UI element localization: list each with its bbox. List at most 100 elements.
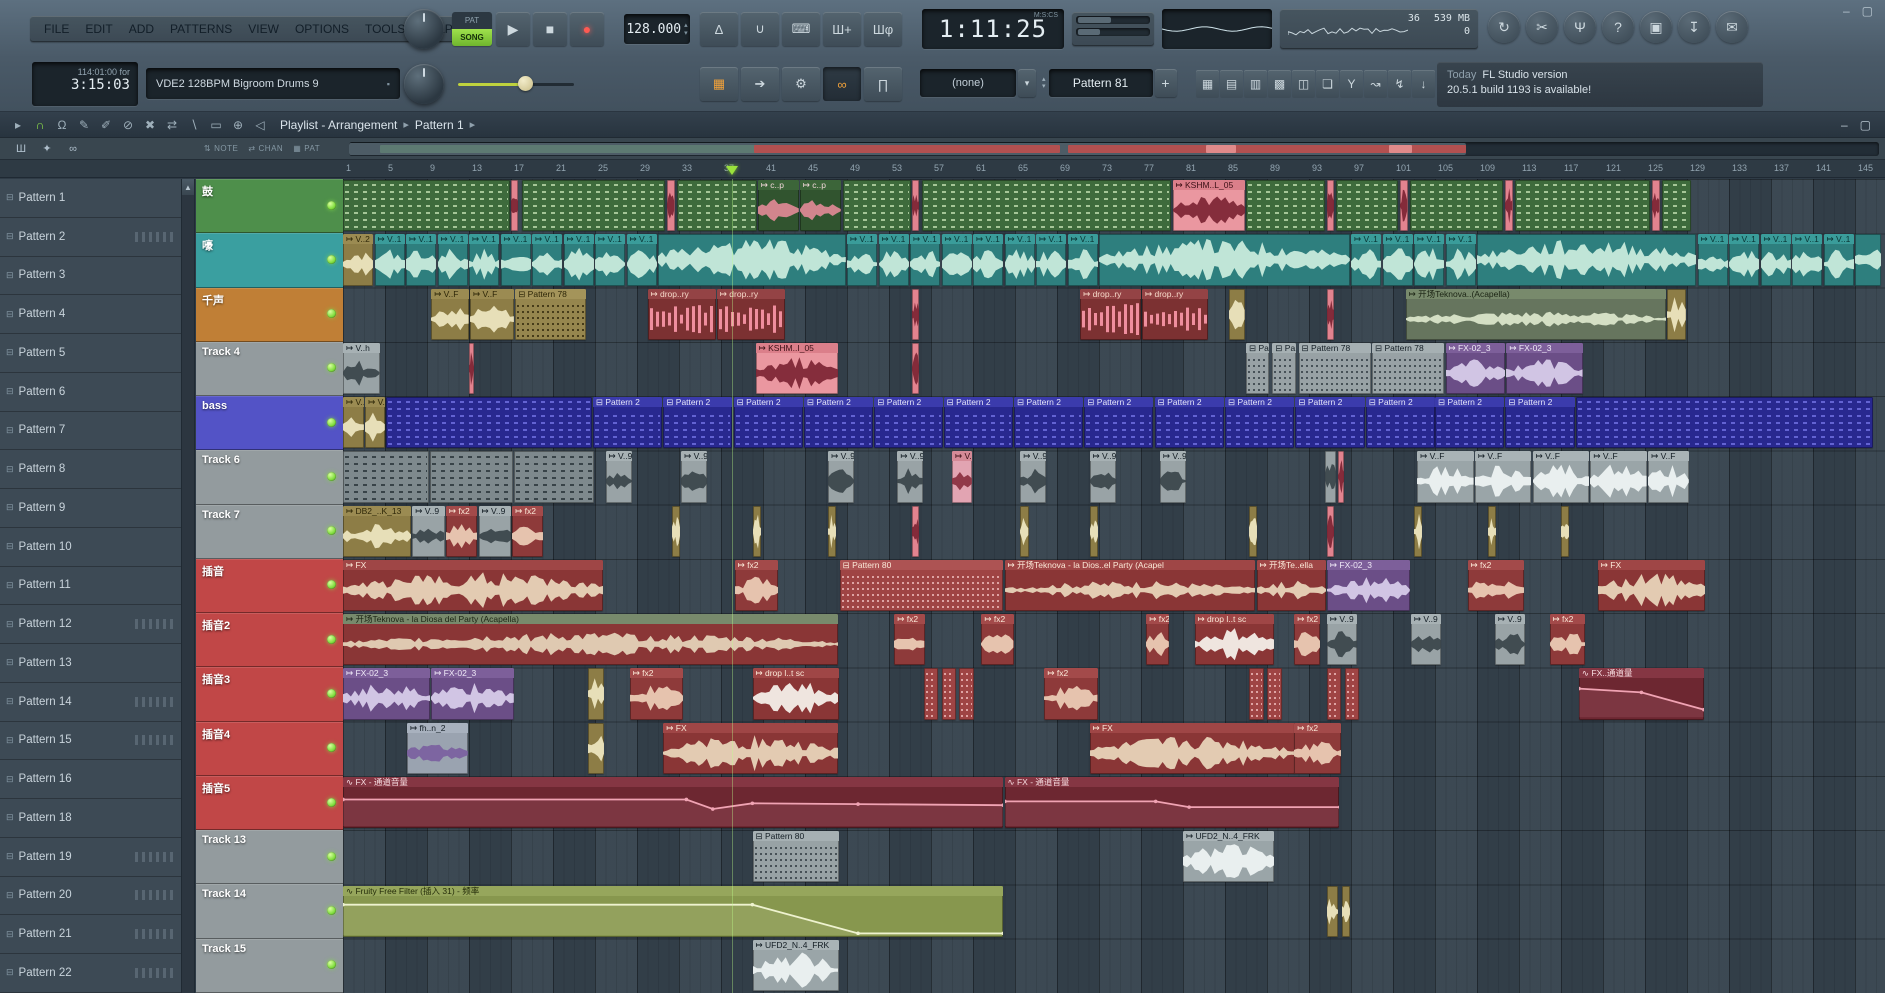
clip-v-1[interactable]: ↦ V..1 [1824, 234, 1854, 285]
channel-rack-window-icon[interactable]: ▥ [1244, 70, 1267, 98]
track-mute-led[interactable] [327, 418, 336, 427]
clip-ufd2_n-4_frk[interactable]: ↦ UFD2_N..4_FRK [753, 940, 839, 991]
clip-fx-02_3[interactable]: ↦ FX-02_3 [431, 668, 514, 719]
link-icon[interactable]: ∞ [823, 67, 861, 101]
playlist-titlebar[interactable]: ▸∩Ω✎✐⊘✖⇄∖▭⊕◁ Playlist - Arrangement ▸ Pa… [0, 112, 1885, 138]
select-icon[interactable]: ▭ [206, 115, 226, 135]
clip-pattern[interactable] [1345, 668, 1360, 719]
track-header-8[interactable]: 插音 [196, 559, 343, 613]
clip-pattern[interactable] [522, 180, 666, 231]
clip-pattern[interactable] [1410, 180, 1503, 231]
clip-fx-02_3[interactable]: ↦ FX-02_3 [1327, 560, 1410, 611]
clip-audio[interactable] [1249, 506, 1257, 557]
clip-v-2[interactable]: ↦ V..2 [343, 234, 373, 285]
track-header-4[interactable]: Track 4 [196, 342, 343, 396]
menu-item-view[interactable]: VIEW [240, 22, 287, 36]
clip-audio[interactable] [753, 506, 761, 557]
clip-audio[interactable] [1561, 506, 1569, 557]
clip-pattern[interactable] [386, 397, 592, 448]
pattern-list-item[interactable]: ⊟Pattern 15 [0, 722, 181, 761]
pattern-display[interactable]: Pattern 81 [1049, 69, 1153, 97]
update-notification[interactable]: TodayFL Studio version 20.5.1 build 1193… [1437, 62, 1763, 107]
track-mute-led[interactable] [327, 526, 336, 535]
clip-pattern[interactable] [1662, 180, 1691, 231]
gear-icon[interactable]: ⚙ [782, 67, 820, 101]
clip-fruity-free-filter-插入-31-频率[interactable]: ∿ Fruity Free Filter (插入 31) - 频率 [343, 886, 1003, 937]
pattern-list-item[interactable]: ⊟Pattern 3 [0, 257, 181, 296]
clip-开场te-ella[interactable]: ↦ 开场Te..ella [1257, 560, 1326, 611]
clip-pattern-2[interactable]: ⊟ Pattern 2 [1435, 397, 1504, 448]
pattern-spinner[interactable]: ▴▾ [1042, 76, 1046, 90]
clip-pattern[interactable] [343, 180, 510, 231]
clip-pattern[interactable] [677, 180, 757, 231]
clip-audio[interactable] [1342, 886, 1350, 937]
clip-audio[interactable] [588, 723, 605, 774]
playlist-icon[interactable]: ▦ [1196, 70, 1219, 98]
clip-pattern[interactable] [1515, 180, 1650, 231]
mixer-icon[interactable]: ▩ [1268, 70, 1291, 98]
clip-audio[interactable] [828, 506, 836, 557]
clip-pattern[interactable] [959, 668, 974, 719]
track-header-3[interactable]: 千声 [196, 288, 343, 342]
clip-kshm-l_05[interactable]: ↦ KSHM..L_05 [1173, 180, 1245, 231]
track-header-15[interactable]: Track 15 [196, 939, 343, 993]
clip-area[interactable]: ↦ c..p↦ c..p↦ KSHM..L_05↦ V..2↦ V..1↦ V.… [343, 179, 1885, 993]
playlist-maximize-button[interactable]: ▢ [1854, 118, 1877, 132]
cut-tool-icon[interactable]: ✂ [1526, 11, 1558, 43]
pattern-list-item[interactable]: ⊟Pattern 16 [0, 760, 181, 799]
clip-v-1[interactable]: ↦ V..1 [942, 234, 972, 285]
clip-v-f[interactable]: ↦ V..F [1590, 451, 1647, 502]
plugin-connector-icon[interactable]: ↧ [1678, 11, 1710, 43]
mute-icon[interactable]: ✖ [140, 115, 160, 135]
clip-fx2[interactable]: ↦ fx2 [981, 614, 1013, 665]
clip-audio[interactable] [1338, 451, 1344, 502]
clip-v-9[interactable]: ↦ V..9 [479, 506, 511, 557]
slider-track[interactable] [1076, 28, 1150, 36]
magnet-icon[interactable]: Ω [52, 115, 72, 135]
clip-pattern-2[interactable]: ⊟ Pattern 2 [593, 397, 662, 448]
save-icon[interactable]: ▣ [1640, 11, 1672, 43]
clip-pattern[interactable] [1267, 668, 1282, 719]
clip-fx-02_3[interactable]: ↦ FX-02_3 [1446, 343, 1506, 394]
clip-pattern[interactable] [1249, 668, 1264, 719]
record-button[interactable]: ● [570, 12, 604, 46]
clip-pattern[interactable] [343, 451, 429, 502]
pattern-list-item[interactable]: ⊟Pattern 14 [0, 683, 181, 722]
clip-pattern[interactable] [1327, 668, 1342, 719]
menu-item-add[interactable]: ADD [121, 22, 162, 36]
clip-v-9[interactable]: ↦ V..9 [1160, 451, 1186, 502]
clip-pattern-2[interactable]: ⊟ Pattern 2 [1295, 397, 1364, 448]
breadcrumb-pattern[interactable]: Pattern 1 [415, 118, 464, 132]
clip-audio[interactable] [1652, 180, 1659, 231]
pattern-list-item[interactable]: ⊟Pattern 6 [0, 373, 181, 412]
clip-audio[interactable] [912, 180, 919, 231]
menu-item-edit[interactable]: EDIT [77, 22, 120, 36]
track-mute-led[interactable] [327, 255, 336, 264]
top-hat-icon[interactable]: ∏ [864, 67, 902, 101]
pattern-list-item[interactable]: ⊟Pattern 10 [0, 528, 181, 567]
clip-audio[interactable] [1667, 289, 1686, 340]
clip-audio[interactable] [912, 343, 919, 394]
pattern-list-item[interactable]: ⊟Pattern 8 [0, 450, 181, 489]
plugin-picker-icon[interactable]: ❏ [1316, 70, 1339, 98]
clip-v-f[interactable]: ↦ V..F [343, 397, 364, 448]
main-volume-knob[interactable] [404, 9, 444, 49]
clip-v-1[interactable]: ↦ V..1 [973, 234, 1003, 285]
track-mute-led[interactable] [327, 363, 336, 372]
maximize-button[interactable]: ▢ [1856, 4, 1879, 18]
clip-pattern-2[interactable]: ⊟ Pattern 2 [804, 397, 873, 448]
clip-pattern[interactable] [514, 451, 594, 502]
track-header-5[interactable]: bass [196, 396, 343, 450]
track-header-11[interactable]: 插音4 [196, 722, 343, 776]
pattern-list-item[interactable]: ⊟Pattern 11 [0, 567, 181, 606]
clip-pattern-2[interactable]: ⊟ Pattern 2 [1505, 397, 1574, 448]
clip-fx-通道音量[interactable]: ∿ FX - 通道音量 [343, 777, 1003, 828]
timeline-ruler[interactable]: 1591317212529333741454953576165697377818… [343, 160, 1885, 178]
track-mute-led[interactable] [327, 798, 336, 807]
clip-fx-通道量[interactable]: ∿ FX..通道量 [1579, 668, 1704, 719]
track-header-2[interactable]: 嚎 [196, 233, 343, 287]
tempo-spinner[interactable]: ▴▾ [684, 21, 688, 37]
delete-icon[interactable]: ⊘ [118, 115, 138, 135]
clip-pattern[interactable] [843, 180, 911, 231]
clip-v-9[interactable]: ↦ V..9 [412, 506, 444, 557]
